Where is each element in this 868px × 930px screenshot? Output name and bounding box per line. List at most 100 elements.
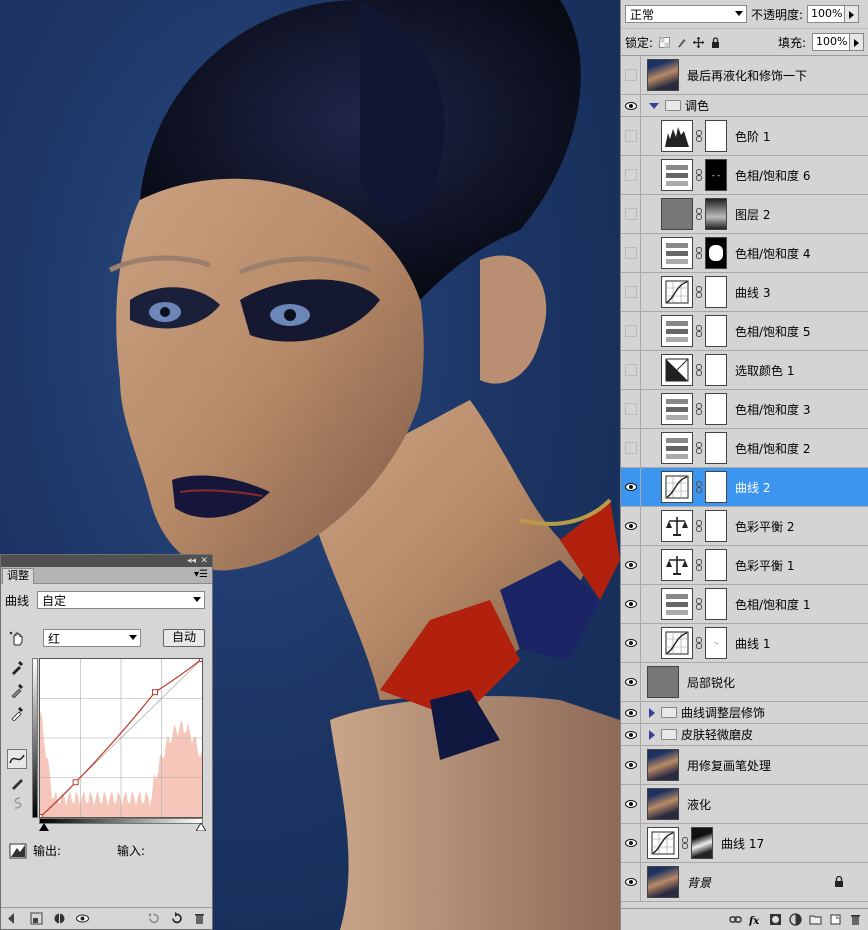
layer-mask-thumbnail[interactable]	[691, 827, 713, 859]
new-adjustment-layer-icon[interactable]	[789, 913, 802, 926]
layer-name[interactable]: 皮肤轻微磨皮	[681, 726, 753, 743]
layer-mask-thumbnail[interactable]	[705, 510, 727, 542]
layer-thumbnails[interactable]: - -	[661, 159, 727, 191]
tab-adjustments[interactable]: 调整	[2, 568, 34, 584]
layer-row[interactable]: 选取颜色 1	[621, 351, 868, 390]
layer-row[interactable]: 色相/饱和度 3	[621, 390, 868, 429]
layer-row[interactable]: 色彩平衡 1	[621, 546, 868, 585]
visibility-toggle-empty[interactable]	[624, 364, 637, 376]
layer-thumbnails[interactable]: ·-	[661, 627, 727, 659]
chain-link-icon[interactable]	[695, 520, 703, 532]
layer-thumbnails[interactable]	[661, 315, 727, 347]
layer-mask-thumbnail[interactable]	[705, 432, 727, 464]
curve-plot[interactable]	[37, 656, 205, 820]
visibility-eye-icon[interactable]	[624, 678, 637, 686]
layer-thumbnails[interactable]	[661, 276, 727, 308]
chain-link-icon[interactable]	[695, 481, 703, 493]
visibility-toggle[interactable]	[621, 785, 641, 823]
smooth-curve-icon[interactable]	[9, 795, 25, 811]
visibility-toggle[interactable]	[621, 724, 641, 745]
layer-row[interactable]: 最后再液化和修饰一下	[621, 56, 868, 95]
visibility-eye-icon[interactable]	[624, 639, 637, 647]
auto-button[interactable]: 自动	[163, 629, 206, 647]
layer-name[interactable]: 调色	[685, 97, 709, 114]
visibility-eye-icon[interactable]	[624, 600, 637, 608]
layer-name[interactable]: 色相/饱和度 2	[735, 440, 811, 457]
visibility-toggle[interactable]	[621, 702, 641, 723]
channel-select[interactable]: 红	[43, 629, 141, 647]
on-image-adjust-hand-icon[interactable]	[9, 630, 25, 646]
layer-thumbnails[interactable]	[661, 471, 727, 503]
layer-thumbnails[interactable]	[661, 393, 727, 425]
visibility-toggle[interactable]	[621, 195, 641, 233]
layer-row[interactable]: 液化	[621, 785, 868, 824]
layer-mask-thumbnail[interactable]	[705, 354, 727, 386]
layer-row[interactable]: 曲线 3	[621, 273, 868, 312]
chain-link-icon[interactable]	[695, 637, 703, 649]
layer-name[interactable]: 用修复画笔处理	[687, 757, 771, 774]
white-point-eyedropper-icon[interactable]	[9, 705, 25, 721]
layer-mask-thumbnail[interactable]	[705, 120, 727, 152]
visibility-toggle[interactable]	[621, 390, 641, 428]
visibility-toggle-empty[interactable]	[624, 208, 637, 220]
chain-link-icon[interactable]	[695, 286, 703, 298]
black-input-slider-icon[interactable]	[39, 823, 49, 831]
layer-thumbnails[interactable]	[661, 237, 727, 269]
layer-row[interactable]: 色相/饱和度 5	[621, 312, 868, 351]
chain-link-icon[interactable]	[695, 403, 703, 415]
layer-name[interactable]: 图层 2	[735, 206, 770, 223]
layer-mask-thumbnail[interactable]	[705, 315, 727, 347]
visibility-toggle-empty[interactable]	[624, 130, 637, 142]
panel-menu-icon[interactable]: ▾☰	[194, 569, 208, 580]
visibility-eye-icon[interactable]	[624, 839, 637, 847]
layer-thumbnails[interactable]	[661, 354, 727, 386]
layer-thumbnails[interactable]	[647, 666, 679, 698]
curve-graph[interactable]	[37, 656, 205, 820]
add-mask-icon[interactable]	[769, 913, 782, 926]
preset-select[interactable]: 自定	[37, 591, 206, 609]
visibility-toggle[interactable]	[621, 117, 641, 155]
layer-row[interactable]: 色彩平衡 2	[621, 507, 868, 546]
visibility-eye-icon[interactable]	[624, 730, 637, 739]
collapse-panel-icon[interactable]: ◂◂	[187, 556, 196, 566]
new-layer-icon[interactable]	[829, 913, 842, 926]
visibility-eye-icon[interactable]	[624, 561, 637, 569]
layer-row[interactable]: 用修复画笔处理	[621, 746, 868, 785]
gray-point-eyedropper-icon[interactable]	[9, 682, 25, 698]
layer-name[interactable]: 最后再液化和修饰一下	[687, 67, 807, 84]
layer-name[interactable]: 曲线 3	[735, 284, 770, 301]
layer-mask-thumbnail[interactable]	[705, 393, 727, 425]
opacity-slider-button[interactable]	[845, 5, 860, 23]
layer-mask-thumbnail[interactable]	[705, 549, 727, 581]
visibility-eye-icon[interactable]	[624, 483, 637, 491]
layer-thumbnails[interactable]	[647, 827, 713, 859]
layer-mask-thumbnail[interactable]	[705, 471, 727, 503]
layer-name[interactable]: 色相/饱和度 6	[735, 167, 811, 184]
chain-link-icon[interactable]	[695, 247, 703, 259]
visibility-eye-icon[interactable]	[624, 708, 637, 717]
curve-point-tool-icon[interactable]	[7, 749, 27, 769]
layer-name[interactable]: 曲线调整层修饰	[681, 704, 765, 721]
layer-group-row[interactable]: 曲线调整层修饰	[621, 702, 868, 724]
chain-link-icon[interactable]	[695, 598, 703, 610]
visibility-toggle[interactable]	[621, 312, 641, 350]
layer-mask-thumbnail[interactable]	[705, 588, 727, 620]
layer-name[interactable]: 曲线 17	[721, 835, 764, 852]
expand-view-icon[interactable]	[30, 912, 43, 925]
visibility-toggle[interactable]	[621, 273, 641, 311]
visibility-toggle[interactable]	[621, 468, 641, 506]
fill-value[interactable]: 100%	[812, 33, 850, 51]
previous-state-icon[interactable]	[147, 912, 160, 925]
layer-group-row[interactable]: 皮肤轻微磨皮	[621, 724, 868, 746]
layer-row[interactable]: - - 色相/饱和度 6	[621, 156, 868, 195]
lock-move-icon[interactable]	[693, 36, 705, 48]
opacity-value[interactable]: 100%	[807, 5, 846, 23]
chain-link-icon[interactable]	[695, 325, 703, 337]
adjustments-titlebar[interactable]: ◂◂ ✕	[1, 555, 212, 567]
layer-name[interactable]: 液化	[687, 796, 711, 813]
layer-mask-thumbnail[interactable]	[705, 237, 727, 269]
visibility-toggle-empty[interactable]	[624, 69, 637, 81]
layer-thumbnails[interactable]	[661, 510, 727, 542]
layer-row[interactable]: 色阶 1	[621, 117, 868, 156]
layer-row[interactable]: 色相/饱和度 2	[621, 429, 868, 468]
